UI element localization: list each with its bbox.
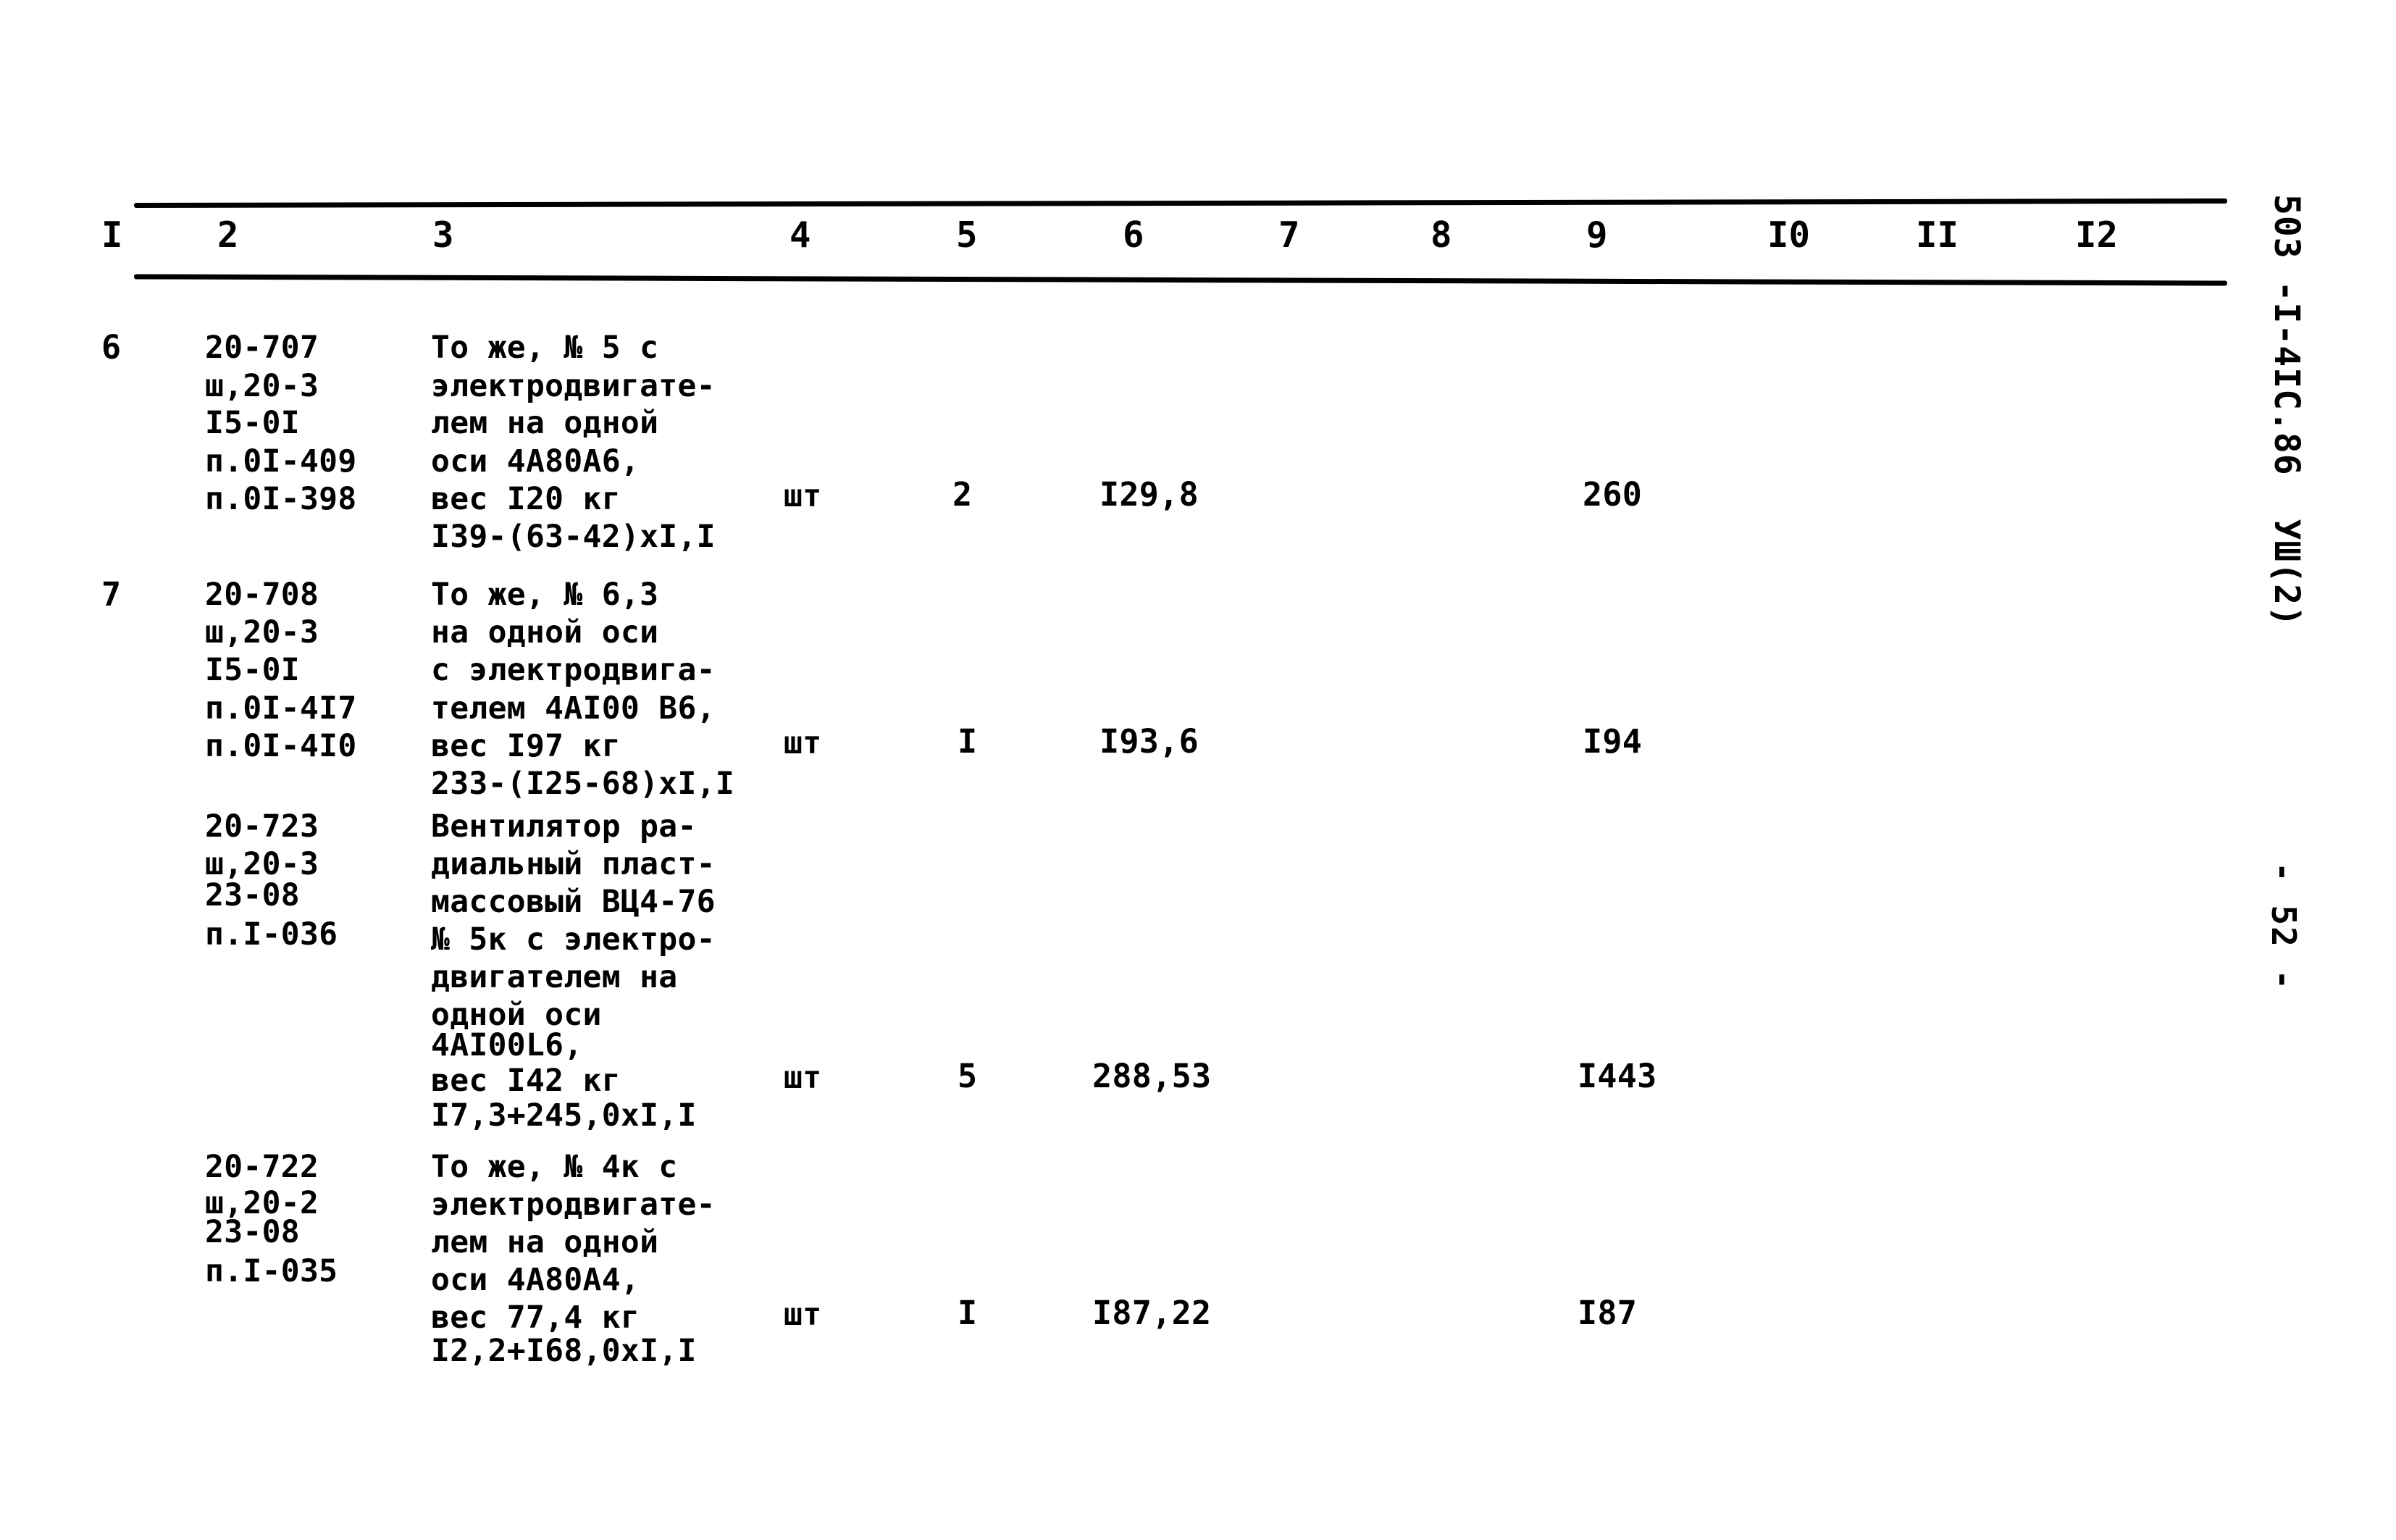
column-header-8: 8 [1431,214,1452,256]
row-code: 20-723 [205,808,319,845]
row-unit: шт [784,1297,822,1333]
row-code: I5-0I [205,652,300,688]
row-code: п.I-035 [205,1253,338,1289]
row-description-line: То же, № 5 с [431,330,659,366]
row-code: 23-08 [205,1214,300,1250]
page-number-margin-stamp: - 52 - [2264,862,2303,992]
row-description-line: № 5к с электро- [431,921,716,958]
row-description-line: 4АI00L6, [431,1027,583,1063]
row-unit-price: I93,6 [1099,722,1199,761]
row-unit-price: 288,53 [1092,1057,1212,1095]
row-description-line: лем на одной [431,1224,659,1260]
row-total: I87 [1578,1294,1638,1332]
column-header-4: 4 [789,214,811,256]
row-code: п.0I-409 [205,443,357,480]
column-header-11: II [1916,214,1959,256]
table-row: 7 [101,575,122,614]
row-unit-price: I87,22 [1092,1294,1212,1332]
row-description-line: Вентилятор ра- [431,808,697,845]
row-total: I443 [1578,1057,1657,1095]
row-description-line: I2,2+I68,0хI,I [431,1333,697,1369]
row-code: 20-707 [205,330,319,366]
row-quantity: I [958,1294,978,1332]
column-header-10: I0 [1767,214,1811,256]
row-description-line: То же, № 6,3 [431,577,659,613]
document-id-margin-stamp: 503 -I-4IC.86 УШ(2) [2266,194,2307,627]
row-description-line: электродвигате- [431,368,716,404]
row-unit: шт [784,725,822,761]
row-quantity: 5 [958,1057,978,1095]
row-code: ш,20-3 [205,614,319,650]
table-row: 6 [101,328,122,367]
row-description-line: массовый ВЦ4-76 [431,884,716,920]
row-unit: шт [784,1060,822,1096]
column-header-12: I2 [2075,214,2119,256]
table-header-bottom-rule [133,274,2228,286]
row-code: п.I-036 [205,916,338,953]
row-code: 20-722 [205,1149,319,1185]
row-description-line: 233-(I25-68)хI,I [431,766,735,802]
row-description-line: телем 4АI00 В6, [431,690,716,727]
column-header-1: I [101,214,123,256]
row-quantity: I [958,722,978,761]
row-description-line: I7,3+245,0хI,I [431,1097,697,1134]
table-header-top-rule [133,198,2228,209]
column-header-2: 2 [217,214,239,256]
row-code: п.0I-398 [205,481,357,517]
row-total: I94 [1583,722,1643,761]
row-description-line: на одной оси [431,614,659,650]
row-description-line: оси 4А80А4, [431,1262,640,1298]
row-unit-price: I29,8 [1099,475,1199,514]
row-description-line: лем на одной [431,405,659,441]
column-header-5: 5 [956,214,978,256]
column-header-6: 6 [1123,214,1144,256]
scanned-document-page: I 2 3 4 5 6 7 8 9 I0 II I2 6 20-707 ш,20… [0,0,2396,1540]
row-description-line: оси 4А80А6, [431,443,640,480]
row-total: 260 [1583,475,1643,514]
row-description-line: I39-(63-42)хI,I [431,519,716,555]
row-unit: шт [784,478,822,514]
row-description-line: диальный пласт- [431,846,716,882]
row-code: п.0I-4I7 [205,690,357,727]
row-description-line: с электродвига- [431,652,716,688]
row-code: I5-0I [205,405,300,441]
row-quantity: 2 [952,475,973,514]
column-header-9: 9 [1586,214,1608,256]
column-header-3: 3 [432,214,454,256]
row-description-line: электродвигате- [431,1187,716,1223]
row-description-line: То же, № 4к с [431,1149,678,1185]
row-code: 20-708 [205,577,319,613]
row-description-line: двигателем на [431,959,678,995]
row-code: п.0I-4I0 [205,728,357,764]
row-description-line: вес I97 кг [431,728,621,764]
row-code: ш,20-3 [205,368,319,404]
row-description-line: вес I20 кг [431,481,621,517]
row-code: 23-08 [205,877,300,913]
column-header-7: 7 [1278,214,1300,256]
